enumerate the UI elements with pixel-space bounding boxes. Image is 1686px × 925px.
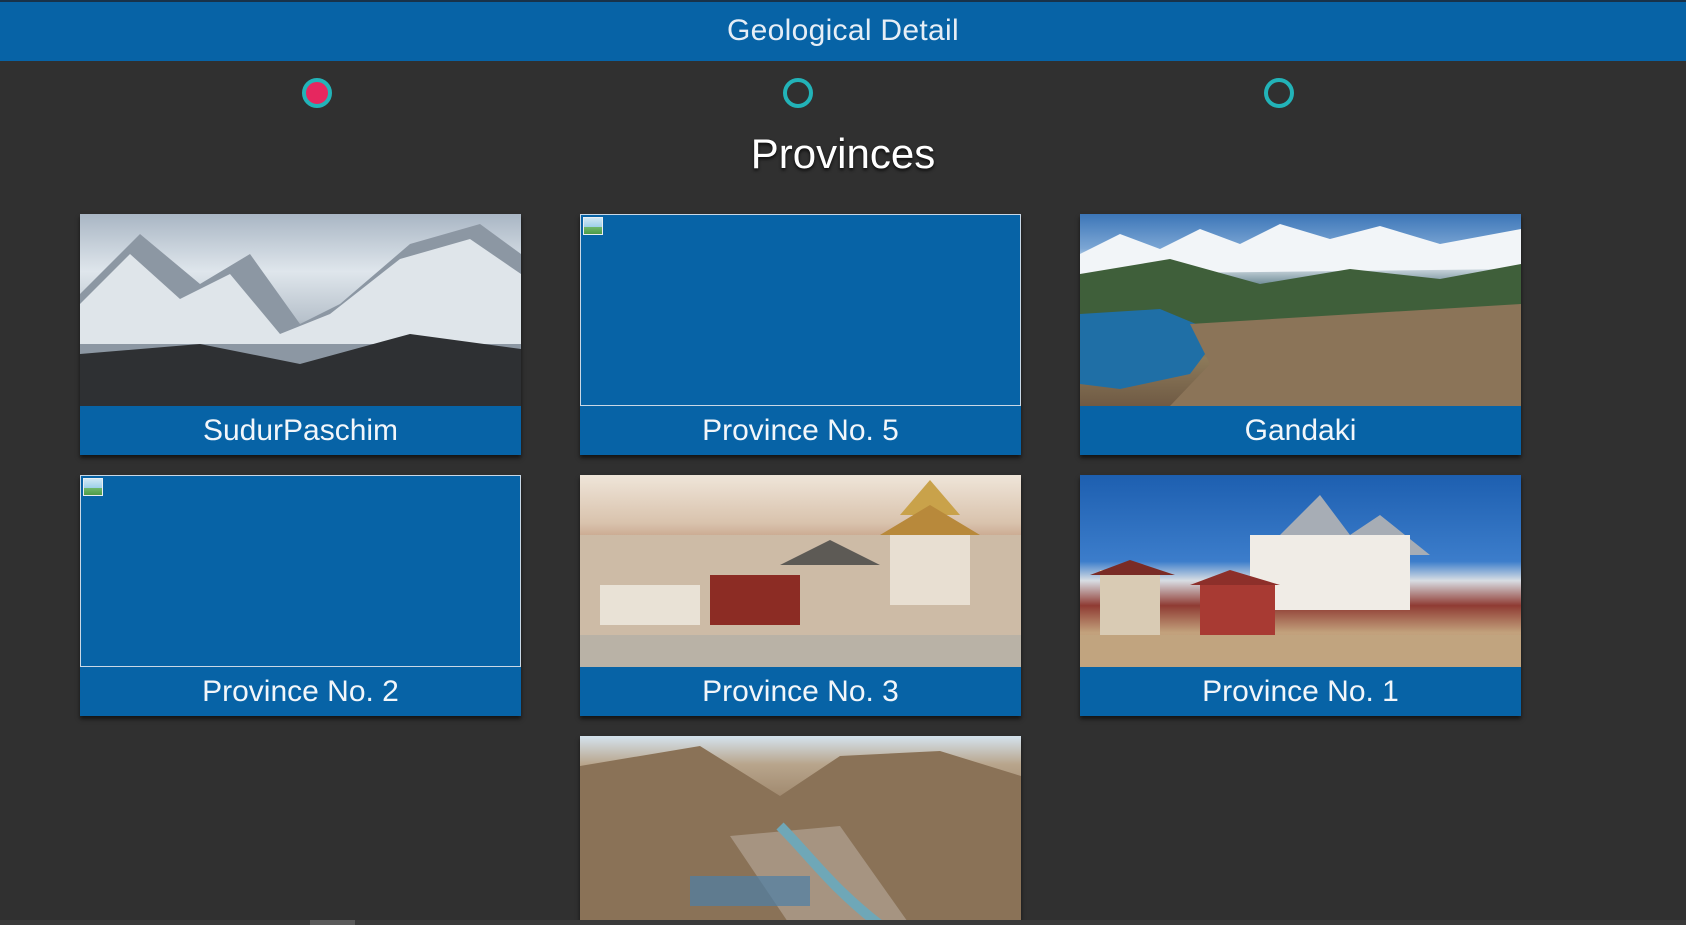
lake-city-image xyxy=(1080,224,1521,406)
card-label: Province No. 3 xyxy=(580,667,1021,716)
card-label: Province No. 5 xyxy=(580,406,1021,455)
card-image-broken xyxy=(580,214,1021,406)
province-card-sudurpaschim[interactable]: SudurPaschim xyxy=(80,214,521,455)
temple-complex-image xyxy=(580,480,1021,667)
mountain-valley-image xyxy=(580,746,1021,925)
card-image xyxy=(1080,214,1521,406)
card-label: Gandaki xyxy=(1080,406,1521,455)
page-title: Provinces xyxy=(750,130,936,177)
card-image xyxy=(580,736,1021,925)
snowy-mountains-image xyxy=(80,224,521,406)
card-label: Province No. 2 xyxy=(80,667,521,716)
province-card-province-2[interactable]: Province No. 2 xyxy=(80,475,521,716)
province-card-province-5[interactable]: Province No. 5 xyxy=(580,214,1021,455)
card-image-broken xyxy=(80,475,521,667)
card-image xyxy=(80,214,521,406)
card-label: Province No. 1 xyxy=(1080,667,1521,716)
horizontal-scrollbar-track[interactable] xyxy=(0,920,1686,925)
province-card-province-1[interactable]: Province No. 1 xyxy=(1080,475,1521,716)
province-card-7[interactable] xyxy=(580,736,1021,925)
card-label: SudurPaschim xyxy=(80,406,521,455)
province-card-gandaki[interactable]: Gandaki xyxy=(1080,214,1521,455)
broken-image-icon xyxy=(83,478,103,496)
step-3-indicator[interactable] xyxy=(1264,78,1294,108)
horizontal-scrollbar-thumb[interactable] xyxy=(310,920,355,925)
app-title: Geological Detail xyxy=(727,14,959,47)
monastery-image xyxy=(1080,495,1521,667)
card-image xyxy=(1080,475,1521,667)
card-image xyxy=(580,475,1021,667)
province-card-province-3[interactable]: Province No. 3 xyxy=(580,475,1021,716)
step-1-indicator[interactable] xyxy=(302,78,332,108)
broken-image-icon xyxy=(583,217,603,235)
app-header: Geological Detail xyxy=(0,0,1686,61)
step-2-indicator[interactable] xyxy=(783,78,813,108)
